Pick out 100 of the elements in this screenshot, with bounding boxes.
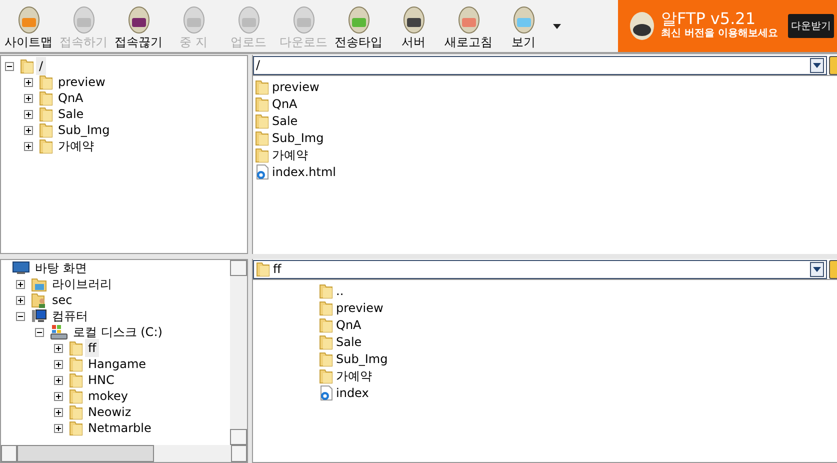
- file-name[interactable]: preview: [272, 78, 320, 96]
- expand-icon[interactable]: [16, 280, 25, 288]
- badge-icon: [628, 11, 656, 41]
- promo-banner[interactable]: 알FTP v5.21 최신 버전을 이용해보세요 다운받기: [618, 0, 837, 52]
- expand-icon[interactable]: [24, 78, 33, 86]
- folder-icon: [69, 404, 83, 420]
- expand-icon[interactable]: [54, 392, 63, 400]
- horizontal-scrollbar[interactable]: [1, 445, 247, 462]
- file-name[interactable]: Sale: [336, 332, 362, 350]
- file-name[interactable]: preview: [336, 298, 384, 316]
- folder-icon: [319, 334, 333, 350]
- file-name[interactable]: QnA: [336, 316, 362, 334]
- up-folder-button[interactable]: [829, 56, 837, 74]
- collapse-icon[interactable]: [35, 328, 44, 336]
- dropdown-button[interactable]: [810, 262, 824, 276]
- toolbar-button[interactable]: 사이트맵: [1, 0, 56, 52]
- tree-item[interactable]: HNC: [85, 371, 118, 389]
- folder-icon: [20, 58, 34, 74]
- tree-item[interactable]: /: [36, 57, 46, 75]
- expand-icon[interactable]: [54, 424, 63, 432]
- caret-icon: [813, 62, 821, 68]
- drive-icon: [50, 324, 68, 340]
- collapse-icon[interactable]: [5, 62, 14, 70]
- tree-item[interactable]: Netmarble: [85, 419, 154, 437]
- expand-icon[interactable]: [16, 296, 25, 304]
- scroll-thumb[interactable]: [17, 445, 154, 462]
- tree-item[interactable]: QnA: [55, 89, 86, 107]
- file-name[interactable]: QnA: [272, 94, 298, 112]
- expand-icon[interactable]: [24, 142, 33, 150]
- folder-icon: [319, 368, 333, 384]
- folder-icon: [319, 350, 333, 366]
- file-name[interactable]: 가예약: [272, 146, 308, 164]
- download-button[interactable]: 다운받기: [788, 14, 834, 38]
- tree-item[interactable]: preview: [55, 73, 108, 91]
- banner-subtitle: 최신 버전을 이용해보세요: [661, 27, 778, 41]
- toolbar-button[interactable]: 전송타입: [331, 0, 386, 52]
- folder-icon: [319, 316, 333, 332]
- dropdown-button[interactable]: [810, 58, 824, 72]
- expand-icon[interactable]: [54, 360, 63, 368]
- path-field[interactable]: /: [253, 56, 827, 74]
- folder-icon: [255, 130, 269, 146]
- up-folder-button[interactable]: [829, 260, 837, 278]
- vertical-scrollbar[interactable]: [230, 260, 247, 445]
- tree-item[interactable]: 가예약: [55, 137, 97, 155]
- scroll-right-button[interactable]: [231, 445, 247, 462]
- folder-icon: [69, 340, 83, 356]
- file-name[interactable]: index: [336, 384, 369, 402]
- folder-icon: [319, 282, 333, 298]
- computer-icon: [31, 308, 47, 324]
- expand-icon[interactable]: [54, 376, 63, 384]
- toolbar-button[interactable]: 서버: [386, 0, 441, 52]
- folder-icon: [255, 146, 269, 162]
- expand-icon[interactable]: [24, 94, 33, 102]
- tree-item[interactable]: Sale: [55, 105, 87, 123]
- toolbar-button[interactable]: 새로고침: [441, 0, 496, 52]
- desktop-icon: [12, 261, 30, 275]
- expand-icon[interactable]: [54, 408, 63, 416]
- expand-icon[interactable]: [24, 110, 33, 118]
- scroll-left-button[interactable]: [1, 445, 17, 462]
- expand-icon[interactable]: [24, 126, 33, 134]
- toolbar-button[interactable]: 보기: [496, 0, 551, 52]
- scroll-down-button[interactable]: [230, 429, 247, 445]
- tree-item[interactable]: Hangame: [85, 355, 150, 373]
- folder-icon: [255, 96, 269, 112]
- file-name[interactable]: Sub_Img: [336, 350, 388, 368]
- folder-icon: [256, 261, 270, 277]
- toolbar-button[interactable]: 접속끊기: [111, 0, 166, 52]
- folder-icon: [255, 112, 269, 128]
- tree-item[interactable]: 바탕 화면: [32, 260, 90, 277]
- library-icon: [31, 276, 47, 292]
- tree-item[interactable]: 컴퓨터: [49, 307, 91, 325]
- user-folder-icon: [31, 292, 47, 308]
- tree-item[interactable]: 로컬 디스크 (C:): [70, 323, 166, 341]
- tree-item[interactable]: Neowiz: [85, 403, 134, 421]
- file-name[interactable]: Sale: [272, 112, 298, 130]
- folder-icon: [39, 138, 53, 154]
- folder-icon: [39, 106, 53, 122]
- file-name[interactable]: ..: [336, 282, 344, 300]
- folder-icon: [255, 78, 269, 94]
- folder-icon: [69, 388, 83, 404]
- path-text: ff: [273, 261, 282, 278]
- expand-icon[interactable]: [54, 344, 63, 352]
- caret-icon[interactable]: [553, 24, 561, 28]
- folder-icon: [69, 420, 83, 436]
- tree-item[interactable]: mokey: [85, 387, 132, 405]
- tree-item[interactable]: ff: [85, 339, 100, 357]
- file-name[interactable]: Sub_Img: [272, 128, 324, 146]
- folder-icon: [69, 372, 83, 388]
- tree-item[interactable]: Sub_Img: [55, 121, 113, 139]
- folder-icon: [39, 74, 53, 90]
- tree-item[interactable]: 라이브러리: [49, 275, 115, 293]
- file-name[interactable]: index.html: [272, 162, 336, 180]
- caret-icon: [813, 266, 821, 272]
- path-field[interactable]: ff: [253, 260, 827, 278]
- collapse-icon[interactable]: [16, 312, 25, 320]
- file-name[interactable]: 가예약: [336, 366, 372, 384]
- folder-icon: [39, 122, 53, 138]
- scroll-up-button[interactable]: [230, 260, 247, 276]
- web-page-icon: [255, 164, 269, 180]
- tree-item[interactable]: sec: [49, 291, 76, 309]
